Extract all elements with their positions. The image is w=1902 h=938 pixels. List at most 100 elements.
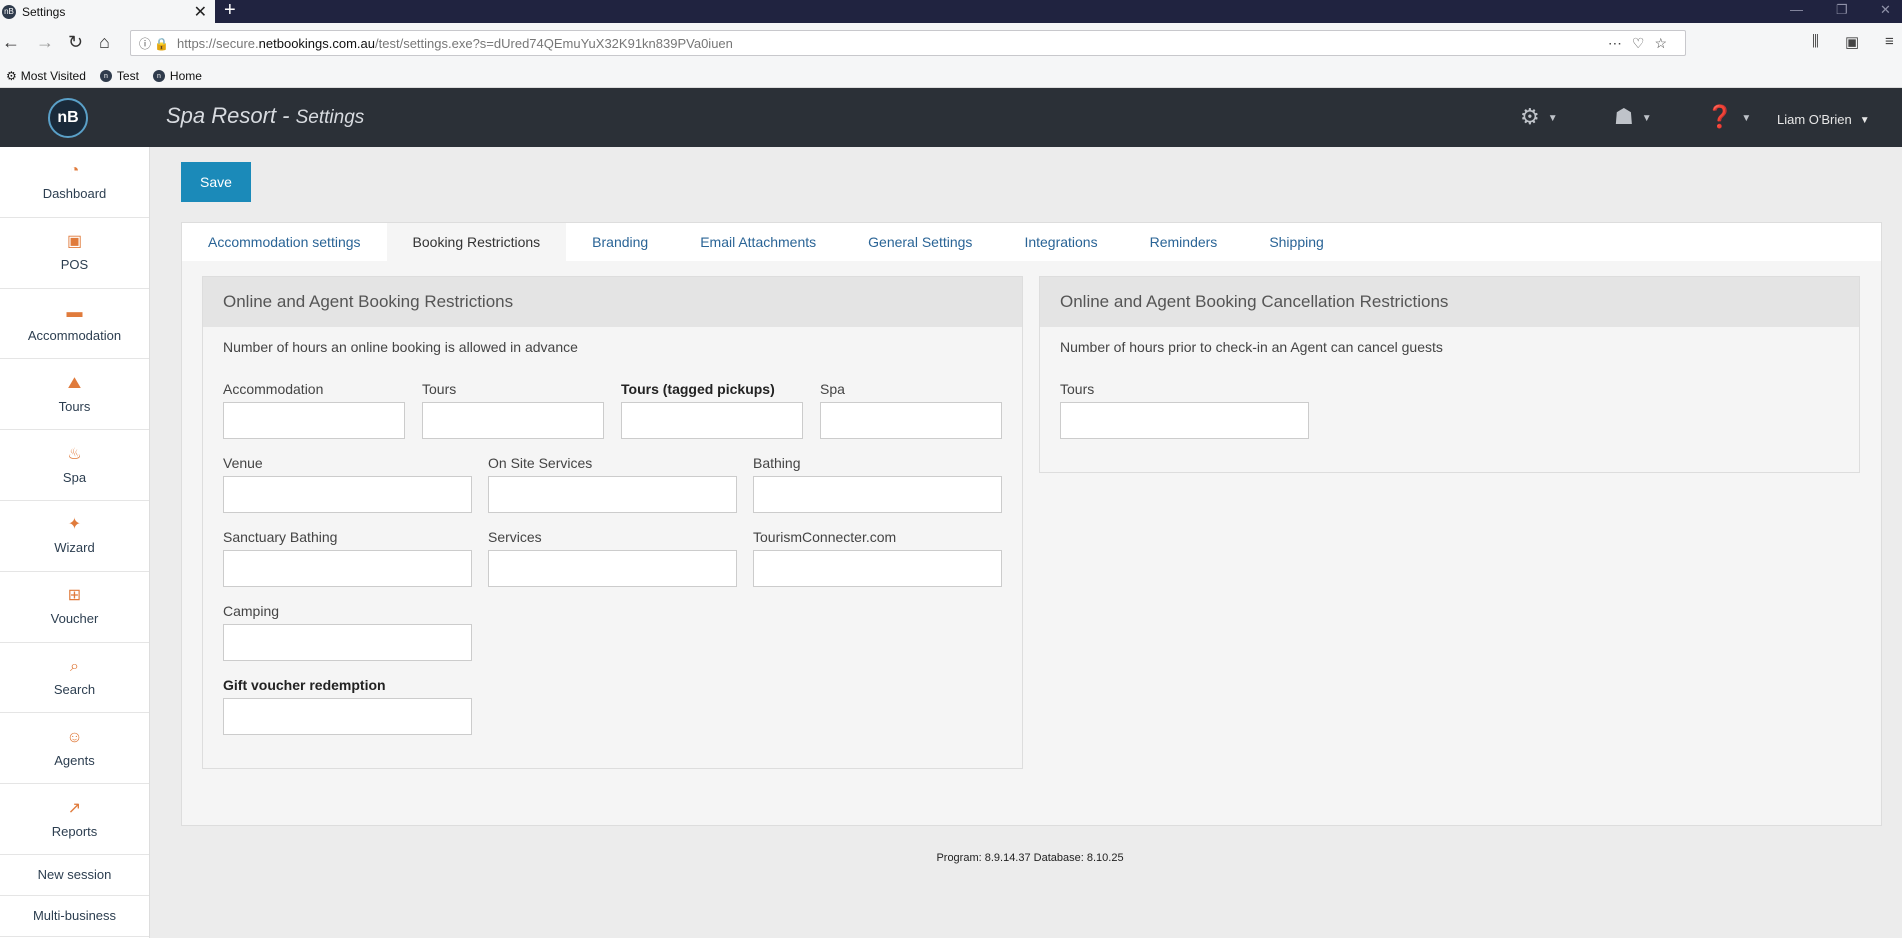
sidebar-item-label: Wizard [54, 540, 95, 556]
sidebar-item-label: Spa [62, 469, 87, 485]
sidebar-item-reports[interactable]: ↗ Reports [0, 784, 149, 855]
sidebar-item-accommodation[interactable]: ▬ Accommodation [0, 289, 149, 360]
back-icon[interactable]: ← [2, 32, 20, 53]
sidebar-toggle-icon[interactable]: ▣ [1845, 33, 1859, 51]
on-site-services-hours-input[interactable] [488, 476, 737, 513]
sidebar-item-voucher[interactable]: ⊞ Voucher [0, 572, 149, 643]
gift-icon: ⊞ [67, 587, 82, 605]
chevron-down-icon: ▼ [1741, 112, 1752, 124]
field-label: Bathing [753, 455, 801, 471]
tab-booking-restrictions[interactable]: Booking Restrictions [386, 223, 567, 261]
tours-hours-input[interactable] [422, 402, 604, 439]
accommodation-hours-input[interactable] [223, 402, 405, 439]
bookmark-label: Home [169, 69, 202, 83]
user-name: Liam O'Brien [1777, 112, 1852, 127]
restore-icon[interactable]: ❐ [1836, 2, 1848, 18]
url-bar[interactable]: ⓘ 🔒 https://secure.netbookings.com.au/te… [130, 30, 1686, 56]
field-bathing: Bathing [753, 455, 1002, 513]
bookmark-label: Most Visited [20, 69, 86, 83]
menu-icon[interactable]: ≡ [1885, 33, 1894, 50]
field-cancel-tours: Tours [1060, 381, 1309, 439]
sidebar-item-label: Tours [58, 398, 91, 414]
cancellation-restrictions-box: Online and Agent Booking Cancellation Re… [1039, 276, 1860, 473]
nb-favicon-icon: n [99, 70, 112, 82]
cancel-tours-hours-input[interactable] [1060, 402, 1309, 439]
sidebar-item-dashboard[interactable]: ◔ Dashboard [0, 147, 149, 218]
multi-business-link[interactable]: Multi-business [0, 896, 149, 937]
chevron-down-icon: ▼ [1859, 115, 1870, 127]
field-label: Sanctuary Bathing [223, 529, 338, 545]
gear-icon: ⚙ [6, 69, 17, 83]
gift-voucher-redemption-input[interactable] [223, 698, 472, 735]
sidebar-item-label: Dashboard [42, 186, 107, 202]
sidebar-item-spa[interactable]: ♨ Spa [0, 430, 149, 501]
bookmark-test[interactable]: n Test [99, 69, 139, 83]
close-window-icon[interactable]: ✕ [1880, 2, 1891, 18]
page-actions-icon[interactable]: ⋯♡☆ [1608, 35, 1677, 52]
tab-general-settings[interactable]: General Settings [842, 223, 998, 261]
bathing-hours-input[interactable] [753, 476, 1002, 513]
tours-icon: ⛰ [67, 374, 82, 392]
sidebar-item-agents[interactable]: ☺ Agents [0, 713, 149, 785]
minimize-icon[interactable]: — [1790, 2, 1803, 17]
field-camping: Camping [223, 603, 472, 661]
settings-menu[interactable]: ⚙ ▼ [1520, 104, 1558, 130]
home-icon[interactable]: ⌂ [99, 32, 110, 53]
tab-accommodation-settings[interactable]: Accommodation settings [182, 223, 387, 261]
tab-shipping[interactable]: Shipping [1243, 223, 1350, 261]
booking-restrictions-box: Online and Agent Booking Restrictions Nu… [202, 276, 1023, 769]
browser-tab[interactable]: nB Settings ✕ [0, 0, 215, 23]
app-header: nB Spa Resort - Settings ⚙ ▼ ☗ ▼ ❓ ▼ Liam O… [0, 88, 1902, 147]
help-menu[interactable]: ❓ ▼ [1706, 104, 1751, 130]
sidebar-item-wizard[interactable]: ✦ Wizard [0, 501, 149, 572]
field-sanctuary-bathing: Sanctuary Bathing [223, 529, 472, 587]
sidebar-item-search[interactable]: ⌕ Search [0, 643, 149, 714]
url-text[interactable]: https://secure.netbookings.com.au/test/s… [177, 36, 1608, 51]
logo[interactable]: nB [48, 98, 88, 138]
tab-reminders[interactable]: Reminders [1124, 223, 1244, 261]
field-venue: Venue [223, 455, 472, 513]
site-info-icon[interactable]: ⓘ 🔒 [139, 35, 177, 52]
tours-tagged-pickups-hours-input[interactable] [621, 402, 803, 439]
tab-email-attachments[interactable]: Email Attachments [674, 223, 842, 261]
help-icon: ❓ [1706, 104, 1734, 129]
bookmarks-bar: ⚙ Most Visited n Test n Home [0, 65, 1902, 88]
gears-icon: ⚙ [1520, 104, 1540, 129]
sanctuary-bathing-hours-input[interactable] [223, 550, 472, 587]
bookmark-most-visited[interactable]: ⚙ Most Visited [6, 69, 86, 83]
spa-hours-input[interactable] [820, 402, 1002, 439]
camping-hours-input[interactable] [223, 624, 472, 661]
field-label: Spa [820, 381, 845, 397]
field-tours: Tours [422, 381, 604, 439]
field-label: Accommodation [223, 381, 324, 397]
field-label: Tours [1060, 381, 1095, 397]
title-separator: - [276, 103, 296, 128]
bookmark-label: Test [116, 69, 139, 83]
field-label: On Site Services [488, 455, 593, 471]
field-label: TourismConnecter.com [753, 529, 897, 545]
close-tab-icon[interactable]: ✕ [194, 2, 207, 22]
tab-integrations[interactable]: Integrations [998, 223, 1123, 261]
reload-icon[interactable]: ↻ [68, 32, 83, 53]
bookmark-home[interactable]: n Home [152, 69, 202, 83]
tourismconnecter-hours-input[interactable] [753, 550, 1002, 587]
sidebar-item-pos[interactable]: ▣ POS [0, 218, 149, 289]
save-button[interactable]: Save [181, 162, 251, 202]
user-menu[interactable]: Liam O'Brien ▼ [1777, 112, 1870, 127]
services-hours-input[interactable] [488, 550, 737, 587]
pos-icon: ▣ [66, 233, 83, 251]
tab-branding[interactable]: Branding [566, 223, 674, 261]
app-name: Spa Resort [166, 103, 277, 128]
library-icon[interactable]: ⫼ [1812, 33, 1819, 50]
sidebar-item-tours[interactable]: ⛰ Tours [0, 359, 149, 431]
venue-hours-input[interactable] [223, 476, 472, 513]
field-services: Services [488, 529, 737, 587]
new-tab-icon[interactable]: + [224, 0, 236, 20]
search-icon: ⌕ [70, 657, 79, 675]
page-subtitle: Settings [295, 107, 365, 128]
agent-menu[interactable]: ☗ ▼ [1614, 104, 1652, 130]
forward-icon[interactable]: → [36, 32, 54, 53]
field-label: Services [488, 529, 542, 545]
box-title: Online and Agent Booking Restrictions [203, 277, 1022, 327]
box-description: Number of hours an online booking is all… [223, 339, 578, 355]
